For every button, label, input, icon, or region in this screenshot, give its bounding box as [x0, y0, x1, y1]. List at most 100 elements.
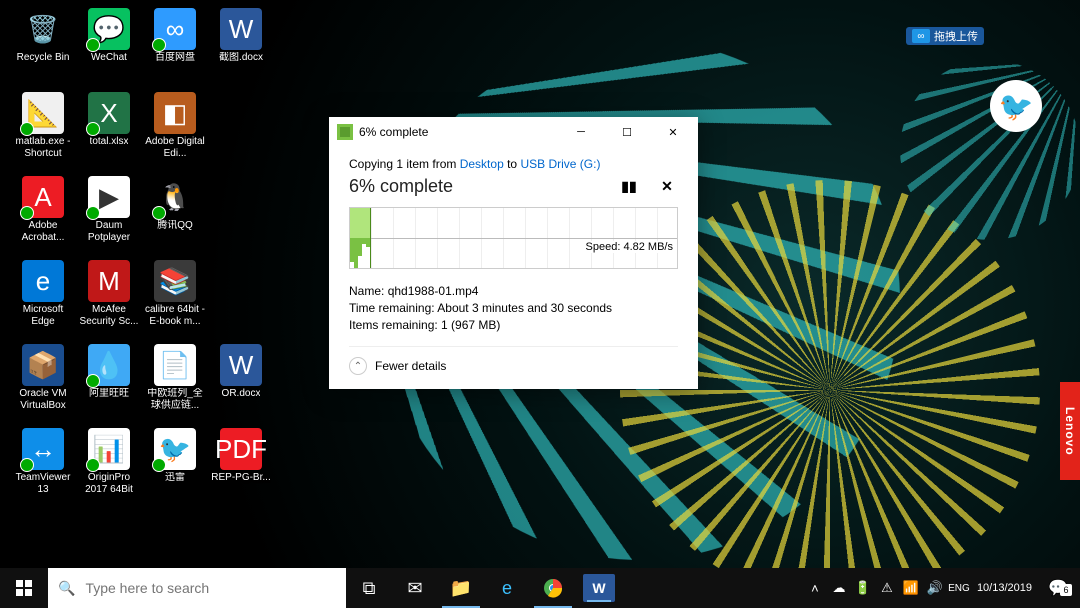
sync-badge-icon — [152, 458, 166, 472]
icon-label: 迅雷 — [165, 472, 185, 484]
desktop-icon[interactable]: eMicrosoft Edge — [10, 256, 76, 338]
app-icon: ↔ — [22, 428, 64, 470]
app-icon: W — [220, 344, 262, 386]
dest-link[interactable]: USB Drive (G:) — [520, 157, 600, 171]
icon-label: OR.docx — [222, 388, 261, 400]
app-icon: A — [22, 176, 64, 218]
desktop-icon[interactable]: PDFREP-PG-Br... — [208, 424, 274, 506]
desktop-icon[interactable]: 💬 WeChat — [76, 4, 142, 86]
mail-app-button[interactable]: ✉ — [392, 568, 438, 608]
clock[interactable]: 10/13/2019 — [971, 582, 1038, 594]
desktop-icon[interactable]: ∞百度网盘 — [142, 4, 208, 86]
icon-label: WeChat — [91, 52, 127, 64]
app-icon: 📊 — [88, 428, 130, 470]
app-icon: 🐧 — [154, 176, 196, 218]
pause-button[interactable]: ▮▮ — [618, 175, 640, 197]
cloud-icon: ∞ — [912, 29, 930, 43]
fewer-details-toggle[interactable]: ⌃ Fewer details — [349, 346, 678, 375]
desktop-icon[interactable]: 🗑️ Recycle Bin — [10, 4, 76, 86]
desktop-icon[interactable]: 📄中欧班列_全球供应链... — [142, 340, 208, 422]
lenovo-badge: Lenovo — [1060, 382, 1080, 480]
desktop-icon[interactable]: ◧Adobe Digital Edi... — [142, 88, 208, 170]
edge-button[interactable]: e — [484, 568, 530, 608]
search-input[interactable] — [85, 580, 336, 596]
app-icon: 🗑️ — [22, 8, 64, 50]
desktop-icon[interactable]: 📊OriginPro 2017 64Bit — [76, 424, 142, 506]
icon-label: 截图.docx — [219, 52, 263, 64]
sync-badge-icon — [152, 38, 166, 52]
upload-label: 拖拽上传 — [934, 28, 978, 44]
desktop[interactable]: 🗑️Recycle Bin💬WeChat∞百度网盘W截图.docx📐matlab… — [0, 0, 284, 594]
desktop-icon[interactable]: 📐matlab.exe - Shortcut — [10, 88, 76, 170]
icon-label: Daum Potplayer — [77, 220, 141, 244]
desktop-icon[interactable]: W OR.docx — [208, 340, 274, 422]
chrome-button[interactable] — [530, 568, 576, 608]
wifi-icon[interactable]: 📶 — [899, 568, 923, 608]
icon-label: TeamViewer 13 — [11, 472, 75, 496]
start-button[interactable] — [0, 568, 48, 608]
to-word: to — [504, 157, 521, 171]
desktop-icon[interactable]: 🐧 腾讯QQ — [142, 172, 208, 254]
system-tray: ˄ ☁ 🔋 ⚠ 📶 🔊 ENG 10/13/2019 💬6 — [803, 568, 1080, 608]
icon-label: 阿里旺旺 — [89, 388, 129, 400]
baidu-upload-widget[interactable]: ∞ 拖拽上传 — [906, 27, 984, 45]
desktop-icon[interactable]: ▶Daum Potplayer — [76, 172, 142, 254]
icon-label: 腾讯QQ — [157, 220, 193, 232]
sync-badge-icon — [86, 122, 100, 136]
minimize-button[interactable]: ─ — [558, 117, 604, 147]
tray-overflow-button[interactable]: ˄ — [803, 568, 827, 608]
icon-label: OriginPro 2017 64Bit — [77, 472, 141, 496]
cancel-button[interactable]: ✕ — [656, 175, 678, 197]
app-icon: X — [88, 92, 130, 134]
progress-title: 6% complete — [349, 176, 602, 197]
sync-badge-icon — [86, 38, 100, 52]
sync-badge-icon — [20, 206, 34, 220]
action-center-button[interactable]: 💬6 — [1038, 578, 1078, 598]
sync-badge-icon — [86, 206, 100, 220]
icon-label: McAfee Security Sc... — [77, 304, 141, 328]
app-icon: 📄 — [154, 344, 196, 386]
source-link[interactable]: Desktop — [460, 157, 504, 171]
desktop-icon[interactable]: ↔TeamViewer 13 — [10, 424, 76, 506]
network-icon[interactable]: ⚠ — [875, 568, 899, 608]
notification-count: 6 — [1060, 584, 1072, 596]
icon-label: Recycle Bin — [17, 52, 70, 64]
desktop-icon[interactable]: Xtotal.xlsx — [76, 88, 142, 170]
copy-icon — [337, 124, 353, 140]
task-view-button[interactable]: ⧉ — [346, 568, 392, 608]
close-button[interactable]: ✕ — [650, 117, 696, 147]
taskbar: 🔍 ⧉ ✉ 📁 e W ˄ ☁ 🔋 ⚠ 📶 🔊 ENG 10/13/2019 💬… — [0, 568, 1080, 608]
dialog-titlebar[interactable]: 6% complete ─ ☐ ✕ — [329, 117, 698, 147]
volume-icon[interactable]: 🔊 — [923, 568, 947, 608]
xunlei-widget[interactable]: 🐦 — [990, 80, 1042, 132]
battery-icon[interactable]: 🔋 — [851, 568, 875, 608]
maximize-button[interactable]: ☐ — [604, 117, 650, 147]
app-icon: 💧 — [88, 344, 130, 386]
app-icon: 📐 — [22, 92, 64, 134]
desktop-icon[interactable]: MMcAfee Security Sc... — [76, 256, 142, 338]
copy-prefix: Copying 1 item from — [349, 157, 460, 171]
app-icon: 🐦 — [154, 428, 196, 470]
app-icon: M — [88, 260, 130, 302]
graph-cursor — [370, 208, 371, 268]
desktop-icon[interactable]: 📚calibre 64bit - E-book m... — [142, 256, 208, 338]
word-button[interactable]: W — [583, 574, 615, 602]
file-explorer-button[interactable]: 📁 — [438, 568, 484, 608]
sync-badge-icon — [86, 458, 100, 472]
icon-label: 百度网盘 — [155, 52, 195, 64]
icon-label: 中欧班列_全球供应链... — [143, 388, 207, 412]
desktop-icon[interactable]: W截图.docx — [208, 4, 274, 86]
sync-badge-icon — [20, 122, 34, 136]
desktop-icon[interactable]: 📦Oracle VM VirtualBox — [10, 340, 76, 422]
onedrive-icon[interactable]: ☁ — [827, 568, 851, 608]
app-icon: 💬 — [88, 8, 130, 50]
desktop-icon[interactable]: 💧 阿里旺旺 — [76, 340, 142, 422]
sync-badge-icon — [152, 206, 166, 220]
icon-label: REP-PG-Br... — [211, 472, 270, 484]
desktop-icon[interactable]: AAdobe Acrobat... — [10, 172, 76, 254]
icon-label: total.xlsx — [90, 136, 129, 148]
desktop-icon[interactable]: 🐦 迅雷 — [142, 424, 208, 506]
ime-icon[interactable]: ENG — [947, 568, 971, 608]
search-box[interactable]: 🔍 — [48, 568, 346, 608]
app-icon: 📚 — [154, 260, 196, 302]
